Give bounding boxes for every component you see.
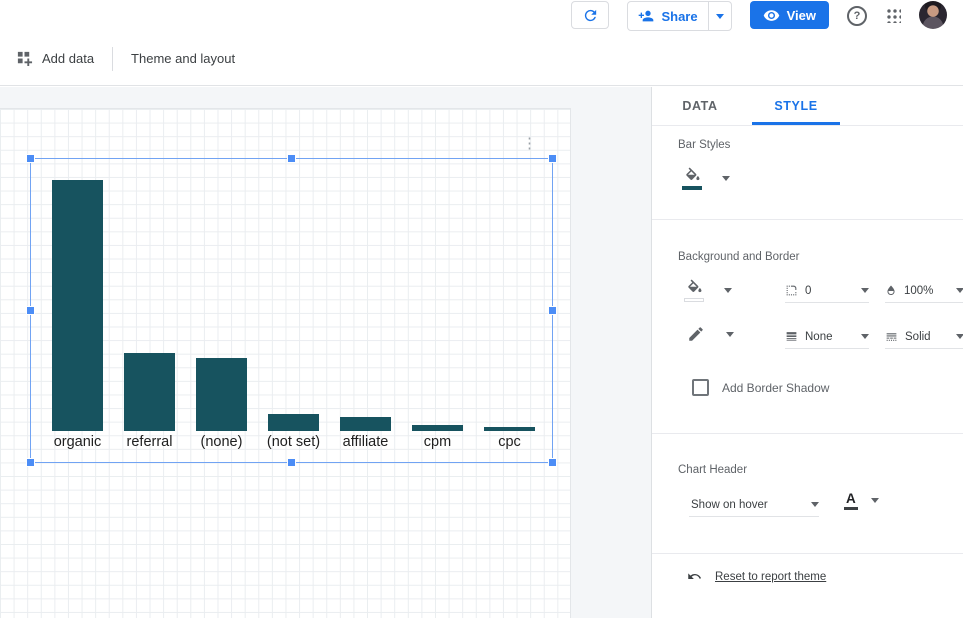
border-style-dropdown-icon: [956, 334, 963, 339]
view-button-label: View: [787, 8, 816, 23]
top-bar: Share View ?: [0, 0, 963, 33]
border-radius-dropdown-icon: [861, 288, 869, 293]
section-divider: [652, 219, 963, 220]
tab-style-label: STYLE: [774, 99, 817, 113]
bar-styles-title: Bar Styles: [678, 139, 730, 151]
undo-icon: [686, 569, 703, 584]
background-color-dropdown-icon[interactable]: [724, 288, 732, 293]
tab-style[interactable]: STYLE: [748, 87, 844, 125]
eye-icon: [763, 7, 780, 24]
refresh-button[interactable]: [571, 1, 609, 29]
resize-handle-top-right[interactable]: [549, 155, 556, 162]
toolbar-divider: [112, 47, 113, 71]
opacity-dropdown-icon: [956, 288, 963, 293]
tab-active-indicator: [752, 122, 840, 125]
apps-grid-icon[interactable]: [885, 7, 901, 23]
chevron-down-icon: [716, 14, 724, 19]
border-color-dropdown-icon[interactable]: [726, 332, 734, 337]
paint-bucket-icon: [683, 167, 702, 184]
tab-data-label: DATA: [682, 99, 717, 113]
text-color-icon: A: [844, 491, 858, 510]
section-divider: [652, 433, 963, 434]
share-button-label: Share: [661, 9, 697, 24]
theme-and-layout-button[interactable]: Theme and layout: [131, 51, 235, 66]
help-glyph: ?: [854, 10, 861, 22]
header-visibility-dropdown-icon: [811, 502, 819, 507]
help-icon[interactable]: ?: [847, 6, 867, 26]
background-border-title: Background and Border: [678, 251, 799, 263]
refresh-icon: [582, 7, 599, 24]
app-window: Share View ? Add data Theme: [0, 0, 963, 618]
reset-to-theme-button[interactable]: Reset to report theme: [686, 569, 826, 584]
resize-handle-middle-left[interactable]: [27, 307, 34, 314]
opacity-droplet-icon: [885, 284, 897, 297]
add-data-button[interactable]: Add data: [16, 50, 94, 67]
chart-more-menu-icon[interactable]: ⋮: [522, 136, 537, 151]
opacity-value: 100%: [904, 285, 956, 297]
section-divider: [652, 553, 963, 554]
share-button-group: Share: [627, 1, 731, 31]
reset-link-label: Reset to report theme: [715, 571, 826, 583]
resize-handle-middle-right[interactable]: [549, 307, 556, 314]
pen-icon: [687, 325, 705, 343]
properties-panel: DATA STYLE Bar Styles Background and Bor…: [651, 87, 963, 618]
add-data-label: Add data: [42, 51, 94, 66]
border-shadow-checkbox[interactable]: [692, 379, 709, 396]
share-button[interactable]: Share: [628, 2, 707, 30]
border-color-picker[interactable]: [684, 325, 708, 343]
chart-header-title: Chart Header: [678, 464, 747, 476]
opacity-field[interactable]: 100%: [885, 279, 963, 303]
border-weight-field[interactable]: None: [785, 325, 869, 349]
resize-handle-bottom-middle[interactable]: [288, 459, 295, 466]
header-text-color-button[interactable]: A: [844, 491, 879, 510]
edit-toolbar: Add data Theme and layout: [0, 32, 963, 86]
report-page[interactable]: ⋮ organicreferral(none)(not set)affiliat…: [0, 108, 571, 618]
resize-handle-top-middle[interactable]: [288, 155, 295, 162]
resize-handle-bottom-left[interactable]: [27, 459, 34, 466]
add-data-icon: [16, 50, 33, 67]
panel-tabs: DATA STYLE: [652, 87, 963, 126]
border-shadow-label: Add Border Shadow: [722, 381, 829, 395]
border-weight-dropdown-icon: [861, 334, 869, 339]
background-color-swatch: [684, 298, 704, 302]
header-visibility-dropdown[interactable]: Show on hover: [689, 493, 819, 517]
view-button[interactable]: View: [750, 1, 829, 29]
text-color-dropdown-icon: [871, 498, 879, 503]
person-add-icon: [638, 8, 654, 24]
line-style-icon: [885, 330, 898, 343]
background-color-picker[interactable]: [682, 279, 706, 302]
resize-handle-top-left[interactable]: [27, 155, 34, 162]
border-weight-value: None: [805, 331, 861, 343]
avatar[interactable]: [919, 1, 947, 29]
share-dropdown-button[interactable]: [709, 2, 731, 30]
tab-data[interactable]: DATA: [652, 87, 748, 125]
bar-color-picker[interactable]: [680, 167, 704, 190]
resize-handle-bottom-right[interactable]: [549, 459, 556, 466]
bar-color-swatch: [682, 186, 702, 190]
border-style-field[interactable]: Solid: [885, 325, 963, 349]
chart-selection-box[interactable]: [30, 158, 553, 463]
border-radius-value: 0: [805, 285, 861, 297]
theme-layout-label: Theme and layout: [131, 51, 235, 66]
border-style-value: Solid: [905, 331, 956, 343]
rounded-corner-icon: [785, 284, 798, 297]
line-weight-icon: [785, 330, 798, 343]
bar-color-dropdown-icon[interactable]: [722, 176, 730, 181]
report-canvas: ⋮ organicreferral(none)(not set)affiliat…: [0, 87, 651, 618]
header-visibility-value: Show on hover: [691, 499, 811, 511]
border-radius-field[interactable]: 0: [785, 279, 869, 303]
paint-bucket-icon: [685, 279, 704, 296]
